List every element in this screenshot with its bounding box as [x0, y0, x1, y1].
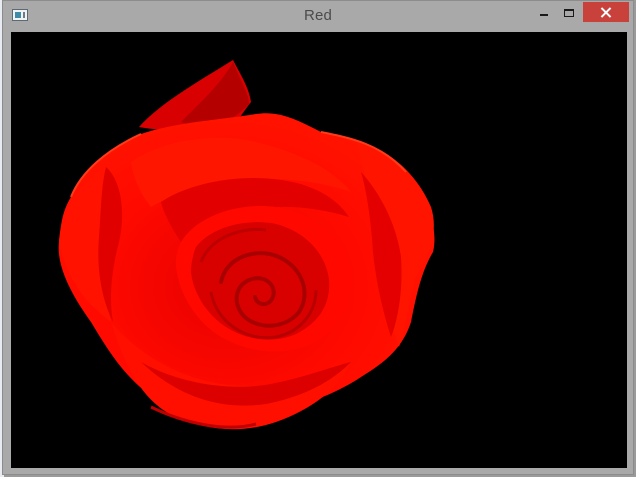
title-bar[interactable]: Red	[3, 1, 633, 31]
image-window: Red	[2, 0, 634, 475]
minimize-icon	[540, 13, 548, 16]
image-canvas	[11, 32, 627, 468]
maximize-icon	[564, 8, 574, 17]
rose-image	[11, 32, 627, 468]
minimize-button[interactable]	[534, 4, 554, 21]
maximize-button[interactable]	[559, 4, 579, 21]
close-button[interactable]	[583, 2, 629, 22]
close-icon	[601, 7, 612, 18]
